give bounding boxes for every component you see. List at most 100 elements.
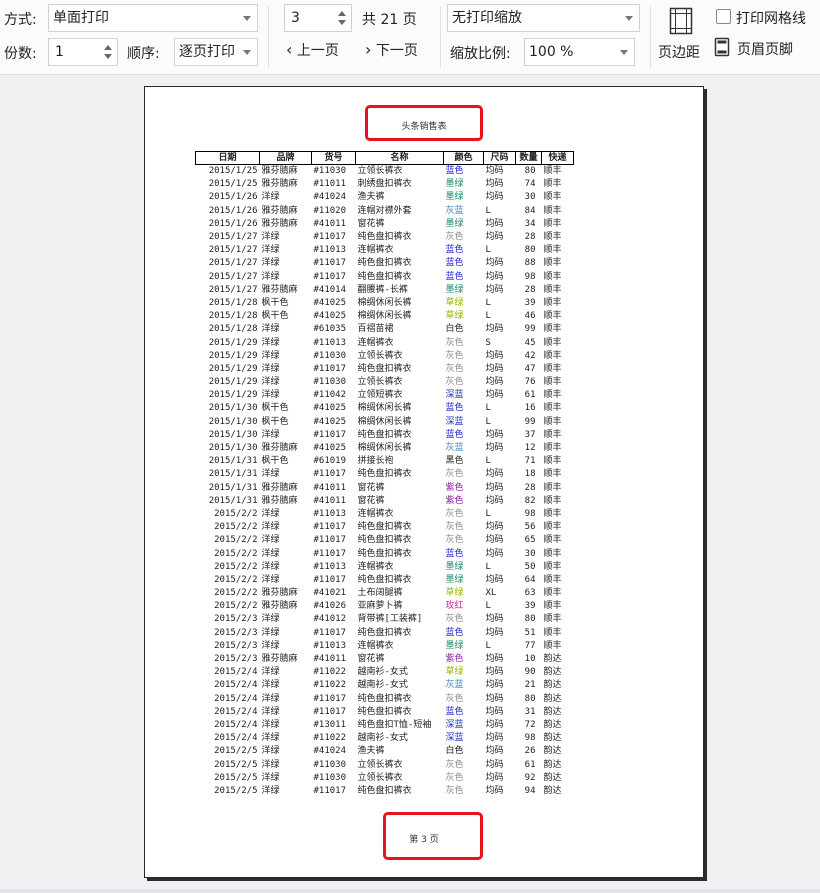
sku-cell: #61019 — [313, 456, 347, 467]
color-cell: 灰色 — [445, 535, 464, 546]
sku-cell: #11017 — [313, 429, 347, 440]
courier-cell: 顺丰 — [543, 324, 562, 335]
quantity-cell: 71 — [524, 456, 536, 467]
size-cell: 均码 — [485, 429, 504, 440]
date-cell: 2015/1/28 — [208, 297, 258, 308]
courier-cell: 顺丰 — [543, 627, 562, 638]
table-row: 2015/2/2 洋绿 #11013 连帽裤衣 墨绿 L 50 顺丰 — [196, 560, 574, 573]
size-cell: L — [485, 416, 491, 427]
sku-cell: #11030 — [313, 759, 347, 770]
size-cell: S — [485, 337, 491, 348]
quantity-cell: 56 — [524, 522, 536, 533]
courier-cell: 顺丰 — [543, 588, 562, 599]
chevron-down-icon — [243, 16, 251, 21]
color-cell: 灰色 — [445, 350, 464, 361]
print-mode-select[interactable]: 单面打印 — [48, 4, 258, 32]
date-cell: 2015/2/4 — [214, 706, 258, 717]
name-cell: 连帽裤衣 — [357, 561, 394, 572]
quantity-cell: 46 — [524, 311, 536, 322]
margins-button[interactable]: 页边距 — [658, 4, 704, 66]
quantity-cell: 31 — [524, 706, 536, 717]
table-row: 2015/2/3 雅芬腈麻 #41011 窗花裤 紫色 均码 10 韵达 — [196, 652, 574, 665]
brand-cell: 洋绿 — [261, 350, 280, 361]
courier-cell: 顺丰 — [543, 416, 562, 427]
sku-cell: #11017 — [313, 271, 347, 282]
stepper-up-icon[interactable] — [104, 45, 112, 50]
order-label: 顺序: — [127, 46, 160, 62]
gridlines-checkbox[interactable] — [716, 9, 731, 24]
sku-cell: #11017 — [313, 785, 347, 796]
name-cell: 窗花裤 — [357, 218, 385, 229]
sku-cell: #11017 — [313, 706, 347, 717]
scale-mode-select[interactable]: 无打印缩放 — [447, 4, 640, 32]
chevron-down-icon — [625, 16, 633, 21]
date-cell: 2015/2/4 — [214, 733, 258, 744]
brand-cell: 洋绿 — [261, 627, 280, 638]
quantity-cell: 99 — [524, 416, 536, 427]
color-cell: 草绿 — [445, 297, 464, 308]
order-select[interactable]: 逐页打印 — [174, 38, 258, 66]
courier-cell: 顺丰 — [543, 337, 562, 348]
brand-cell: 洋绿 — [261, 574, 280, 585]
color-cell: 灰蓝 — [445, 680, 464, 691]
quantity-cell: 80 — [524, 693, 536, 704]
column-header: 快递 — [541, 151, 574, 165]
footer-highlight-box — [383, 812, 483, 860]
column-header: 品牌 — [259, 151, 312, 165]
header-footer-icon — [714, 37, 730, 57]
courier-cell: 韵达 — [543, 719, 562, 730]
stepper-down-icon[interactable] — [338, 20, 346, 25]
size-cell: L — [485, 456, 491, 467]
courier-cell: 顺丰 — [543, 258, 562, 269]
quantity-cell: 21 — [524, 680, 536, 691]
sku-cell: #41024 — [313, 192, 347, 203]
name-cell: 棉绸休闲长裤 — [357, 403, 412, 414]
size-cell: 均码 — [485, 785, 504, 796]
date-cell: 2015/2/5 — [214, 772, 258, 783]
page-number-stepper[interactable]: 3 — [284, 4, 352, 32]
brand-cell: 雅芬腈麻 — [261, 654, 298, 665]
color-cell: 灰色 — [445, 469, 464, 480]
sku-cell: #11013 — [313, 640, 347, 651]
courier-cell: 韵达 — [543, 772, 562, 783]
quantity-cell: 61 — [524, 759, 536, 770]
courier-cell: 顺丰 — [543, 456, 562, 467]
date-cell: 2015/2/3 — [214, 614, 258, 625]
courier-cell: 顺丰 — [543, 601, 562, 612]
quantity-cell: 98 — [524, 733, 536, 744]
horizontal-scrollbar[interactable] — [0, 889, 820, 893]
size-cell: 均码 — [485, 535, 504, 546]
quantity-cell: 65 — [524, 535, 536, 546]
sku-cell: #11017 — [313, 574, 347, 585]
zoom-select[interactable]: 100 % — [524, 38, 635, 66]
zoom-label: 缩放比例: — [450, 46, 511, 62]
sku-cell: #11030 — [313, 377, 347, 388]
prev-page-button[interactable]: ‹ 上一页 — [286, 40, 339, 60]
size-cell: 均码 — [485, 746, 504, 757]
quantity-cell: 61 — [524, 390, 536, 401]
size-cell: L — [485, 640, 491, 651]
next-page-button[interactable]: › 下一页 — [365, 40, 418, 60]
name-cell: 纯色盘扣裤衣 — [357, 693, 412, 704]
quantity-cell: 47 — [524, 363, 536, 374]
courier-cell: 顺丰 — [543, 561, 562, 572]
date-cell: 2015/2/4 — [214, 719, 258, 730]
color-cell: 灰色 — [445, 693, 464, 704]
color-cell: 紫色 — [445, 654, 464, 665]
table-row: 2015/1/26 洋绿 #41024 渔夫裤 墨绿 均码 30 顺丰 — [196, 191, 574, 204]
print-page: 头条销售表 日期 品牌 货号 名称 颜色 尺码 数量 快递 2015/1/25 雅芬腈麻 #110… — [144, 86, 704, 878]
stepper-down-icon[interactable] — [104, 54, 112, 59]
size-cell: 均码 — [485, 759, 504, 770]
name-cell: 纯色盘扣裤衣 — [357, 706, 412, 717]
color-cell: 灰色 — [445, 522, 464, 533]
sku-cell: #11017 — [313, 535, 347, 546]
color-cell: 灰色 — [445, 337, 464, 348]
header-footer-button[interactable]: 页眉页脚 — [714, 37, 820, 59]
sku-cell: #11017 — [313, 232, 347, 243]
table-row: 2015/1/29 洋绿 #11030 立领长裤衣 灰色 均码 42 顺丰 — [196, 349, 574, 362]
name-cell: 拼接长袍 — [357, 456, 394, 467]
size-cell: 均码 — [485, 377, 504, 388]
copies-stepper[interactable]: 1 — [48, 38, 118, 66]
name-cell: 背带裤[工装裤] — [357, 614, 423, 625]
stepper-up-icon[interactable] — [338, 11, 346, 16]
